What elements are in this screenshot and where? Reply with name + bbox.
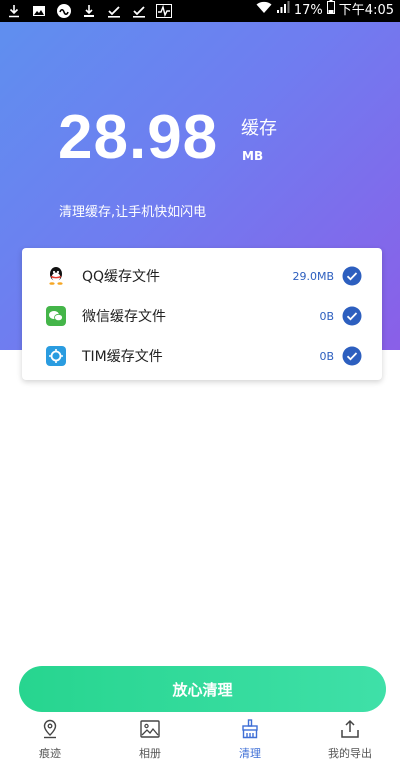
- tim-icon: [46, 346, 66, 366]
- wechat-icon: [46, 306, 66, 326]
- broom-icon: [240, 719, 260, 739]
- checked-icon[interactable]: [342, 346, 362, 366]
- download-icon: [6, 3, 22, 19]
- cache-label: 缓存: [241, 118, 277, 139]
- check-notification-icon: [106, 3, 122, 19]
- nav-label: 痕迹: [39, 747, 61, 760]
- cache-row-wechat[interactable]: 微信缓存文件 0B: [22, 296, 382, 336]
- nav-item-traces[interactable]: 痕迹: [0, 716, 100, 764]
- export-icon: [340, 719, 360, 739]
- nav-item-my-export[interactable]: 我的导出: [300, 716, 400, 764]
- cache-list-card: QQ缓存文件 29.0MB 微信缓存文件 0B TIM缓存文件 0B: [22, 248, 382, 380]
- download-complete-icon: [81, 3, 97, 19]
- cache-row-size: 29.0MB: [292, 269, 334, 283]
- cache-row-tim[interactable]: TIM缓存文件 0B: [22, 336, 382, 376]
- cache-row-label: 微信缓存文件: [82, 309, 166, 325]
- clean-button[interactable]: 放心清理: [19, 666, 386, 712]
- status-system: 17% 下午4:05: [256, 0, 394, 22]
- cache-row-label: TIM缓存文件: [82, 349, 163, 365]
- location-pin-icon: [40, 719, 60, 739]
- app-screen: 17% 下午4:05 28.98 缓存 MB 清理缓存,让手机快如闪电 QQ缓存…: [0, 0, 400, 764]
- cache-slogan: 清理缓存,让手机快如闪电: [59, 205, 207, 220]
- signal-icon: [276, 0, 290, 22]
- status-bar: 17% 下午4:05: [0, 0, 400, 22]
- cache-amount: 28.98: [58, 103, 219, 172]
- nav-label: 相册: [139, 747, 161, 760]
- app-notification-icon: [56, 3, 72, 19]
- qq-icon: [46, 266, 66, 286]
- cache-unit: MB: [242, 149, 264, 163]
- cache-row-qq[interactable]: QQ缓存文件 29.0MB: [22, 256, 382, 296]
- cache-row-size: 0B: [319, 309, 334, 323]
- check-notification-icon: [131, 3, 147, 19]
- cache-row-size: 0B: [319, 349, 334, 363]
- nav-label: 我的导出: [328, 747, 372, 760]
- image-notification-icon: [31, 3, 47, 19]
- nav-label: 清理: [239, 747, 261, 760]
- nav-item-album[interactable]: 相册: [100, 716, 200, 764]
- battery-percent: 17%: [293, 3, 323, 18]
- activity-icon: [156, 3, 172, 19]
- checked-icon[interactable]: [342, 266, 362, 286]
- status-time: 下午4:05: [338, 3, 394, 18]
- status-notifications: [6, 3, 172, 19]
- wifi-icon: [256, 0, 272, 22]
- nav-item-clean[interactable]: 清理: [200, 716, 300, 764]
- checked-icon[interactable]: [342, 306, 362, 326]
- cache-row-label: QQ缓存文件: [82, 269, 161, 285]
- bottom-nav: 痕迹 相册 清理 我的导出: [0, 716, 400, 764]
- image-icon: [140, 719, 160, 739]
- battery-icon: [326, 0, 335, 22]
